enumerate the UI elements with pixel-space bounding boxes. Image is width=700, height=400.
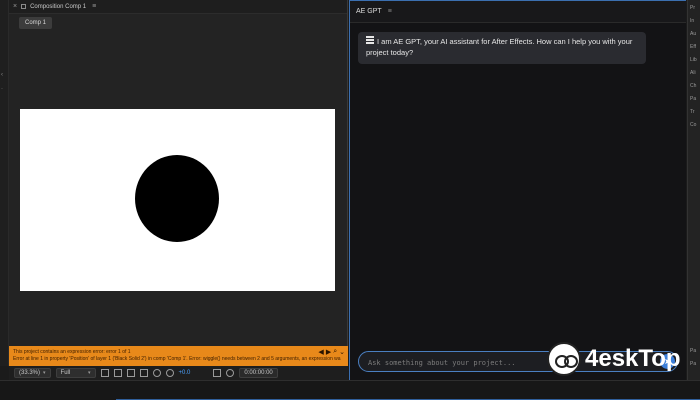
- panel-label[interactable]: Pa: [690, 96, 696, 102]
- current-time[interactable]: 0:00:00:00: [239, 368, 278, 378]
- 3d-view-icon[interactable]: [139, 369, 148, 377]
- assistant-message-text: I am AE GPT, your AI assistant for After…: [366, 37, 633, 57]
- left-tool-strip: ‹ ·: [0, 0, 9, 366]
- panel-menu-icon[interactable]: ≡: [92, 3, 96, 10]
- transparency-grid-icon[interactable]: [113, 369, 122, 377]
- panel-label[interactable]: Pa: [690, 348, 696, 354]
- comp-panel-header: × Composition Comp 1 ≡: [9, 0, 347, 14]
- camera-icon[interactable]: [213, 369, 222, 377]
- gpt-panel-title: AE GPT: [356, 8, 382, 15]
- region-of-interest-icon[interactable]: [100, 369, 109, 377]
- zoom-dropdown[interactable]: (33.3%) ▾: [14, 368, 51, 378]
- resolution-value: Full: [60, 370, 71, 376]
- panel-label[interactable]: Tr: [690, 109, 695, 115]
- watermark-logo-icon: [547, 342, 581, 376]
- show-channel-icon[interactable]: [226, 369, 235, 377]
- error-controls: ◀ ▶ ⌕ ⌄: [318, 348, 345, 356]
- composition-panel: × Composition Comp 1 ≡ Comp 1: [9, 0, 348, 370]
- comp-viewer-toolbar: (33.3%) ▾ Full ▾ +0.0 0:00:00:00: [9, 366, 348, 380]
- prev-error-icon[interactable]: ◀: [318, 348, 323, 356]
- watermark-text: 4eskTop: [585, 345, 681, 372]
- error-summary: This project contains an expression erro…: [13, 349, 131, 355]
- panel-label[interactable]: Co: [690, 122, 696, 128]
- panel-label[interactable]: Lib: [690, 57, 697, 63]
- panel-label[interactable]: Eff: [690, 44, 696, 50]
- comp-tab[interactable]: Comp 1: [19, 17, 53, 29]
- panel-label[interactable]: Ali: [690, 70, 696, 76]
- menu-icon[interactable]: [366, 36, 374, 45]
- next-error-icon[interactable]: ▶: [326, 348, 331, 356]
- right-panel-strip: Pr In Au Eff Lib Ali Ch Pa Tr Co Pa Pa: [687, 0, 700, 380]
- panel-label[interactable]: Au: [690, 31, 696, 37]
- chevron-down-icon: ▾: [43, 370, 46, 376]
- exposure-icon[interactable]: [165, 369, 174, 377]
- comp-panel-title: Composition Comp 1: [30, 3, 87, 10]
- watermark: 4eskTop: [547, 341, 681, 377]
- exposure-value[interactable]: +0.0: [179, 370, 191, 376]
- chevron-down-icon[interactable]: ⌄: [339, 348, 345, 356]
- search-icon[interactable]: ⌕: [333, 348, 337, 356]
- strip-icon[interactable]: ‹: [1, 72, 7, 78]
- panel-label[interactable]: Ch: [690, 83, 696, 89]
- error-detail: Error at line 1 in property 'Position' o…: [13, 356, 341, 362]
- panel-label[interactable]: In: [690, 18, 694, 24]
- resolution-dropdown[interactable]: Full ▾: [55, 368, 96, 378]
- lock-icon[interactable]: [21, 4, 27, 9]
- color-picker-icon[interactable]: [152, 369, 161, 377]
- mask-view-icon[interactable]: [126, 369, 135, 377]
- composition-viewer[interactable]: [20, 109, 335, 291]
- timeline-strip: [0, 380, 700, 400]
- panel-menu-icon[interactable]: ≡: [388, 8, 392, 15]
- zoom-value: (33.3%): [19, 370, 41, 376]
- strip-icon[interactable]: ·: [1, 86, 7, 92]
- ae-gpt-panel: AE GPT ≡ I am AE GPT, your AI assistant …: [349, 0, 686, 380]
- chevron-down-icon: ▾: [88, 370, 91, 376]
- expression-error-bar[interactable]: This project contains an expression erro…: [9, 346, 348, 366]
- gpt-panel-header: AE GPT ≡: [350, 1, 686, 23]
- black-circle-layer[interactable]: [135, 155, 219, 242]
- panel-label[interactable]: Pa: [690, 361, 696, 367]
- close-icon[interactable]: ×: [13, 3, 17, 10]
- assistant-message: I am AE GPT, your AI assistant for After…: [358, 32, 646, 64]
- panel-label[interactable]: Pr: [690, 5, 695, 11]
